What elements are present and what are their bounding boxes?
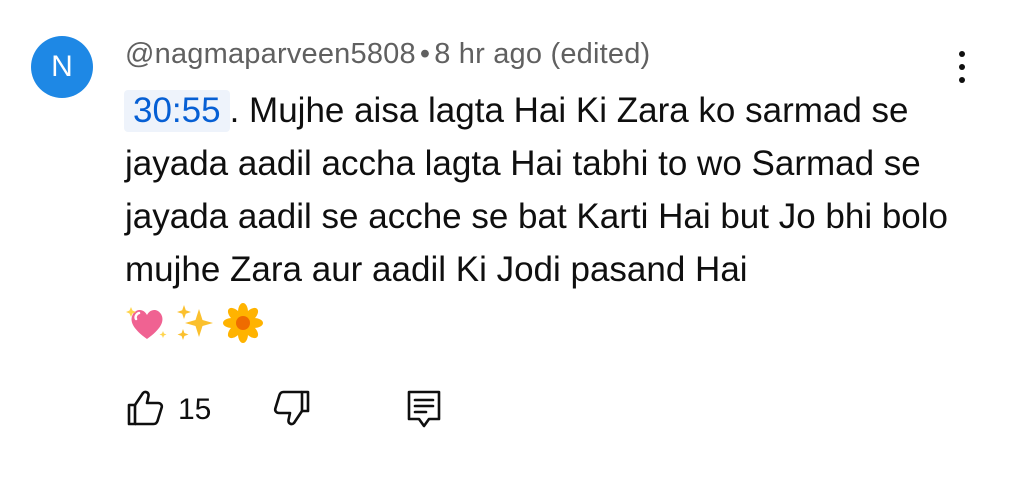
comment-body: 30:55. Mujhe aisa lagta Hai Ki Zara ko s… bbox=[124, 84, 985, 296]
more-vert-icon-dot bbox=[959, 77, 965, 83]
avatar[interactable]: N bbox=[31, 36, 93, 98]
blossom-icon bbox=[223, 303, 263, 343]
like-button[interactable] bbox=[125, 388, 165, 433]
comment-icon bbox=[407, 390, 441, 428]
comment-text: . Mujhe aisa lagta Hai Ki Zara ko sarmad… bbox=[125, 91, 949, 289]
emoji-row bbox=[125, 301, 265, 345]
comment-header: @nagmaparveen5808 • 8 hr ago (edited) bbox=[125, 38, 650, 71]
avatar-letter: N bbox=[51, 50, 73, 83]
reply-button[interactable] bbox=[404, 388, 444, 435]
more-vert-icon-dot bbox=[959, 64, 965, 70]
comment-actions: 15 bbox=[0, 380, 1024, 440]
sparkles-icon bbox=[177, 305, 213, 340]
author-name[interactable]: @nagmaparveen5808 bbox=[125, 38, 416, 70]
dislike-button[interactable] bbox=[272, 388, 312, 433]
comment-thread: N @nagmaparveen5808 • 8 hr ago (edited) 30… bbox=[0, 0, 1024, 493]
like-count: 15 bbox=[178, 393, 212, 426]
thumb-down-icon bbox=[273, 390, 310, 426]
more-vert-icon bbox=[959, 51, 965, 57]
thumb-up-icon bbox=[127, 390, 164, 426]
meta-separator: • bbox=[419, 38, 431, 70]
timestamp-link[interactable]: 30:55 bbox=[124, 90, 230, 132]
sparkling-heart-icon bbox=[126, 307, 167, 339]
comment-time[interactable]: 8 hr ago (edited) bbox=[434, 38, 650, 70]
